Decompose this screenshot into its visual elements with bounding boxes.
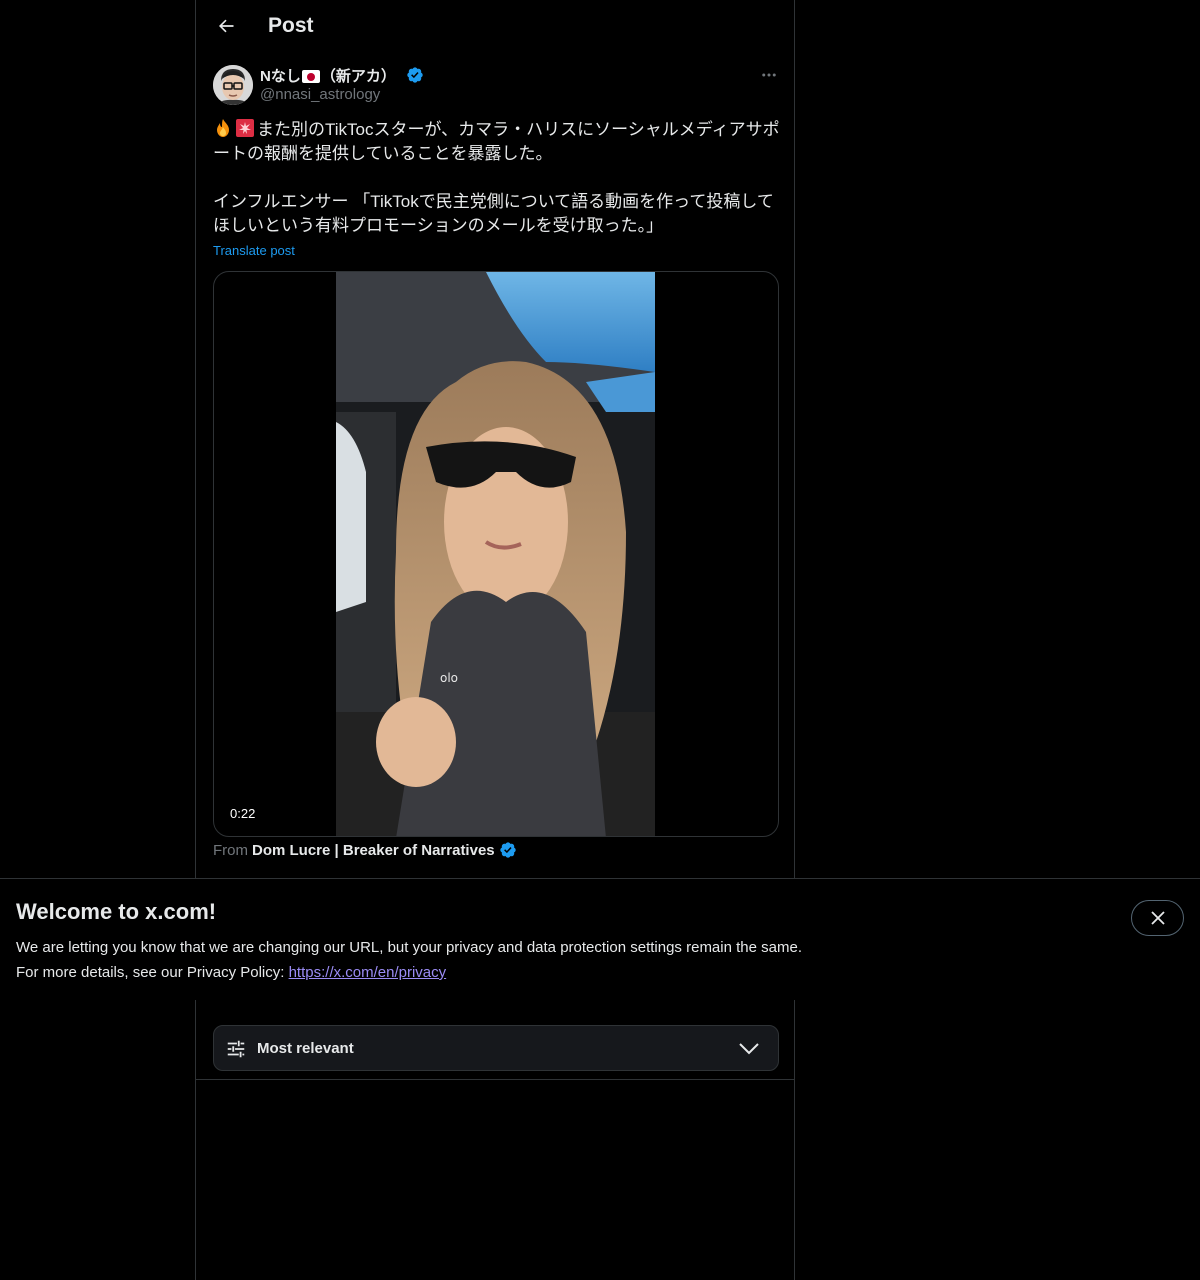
url-change-banner: Welcome to x.com! We are letting you kno… — [0, 878, 1200, 1000]
sort-selected-value: Most relevant — [257, 1040, 354, 1057]
banner-line-2: For more details, see our Privacy Policy… — [16, 964, 447, 981]
back-button[interactable] — [208, 8, 244, 44]
page-title: Post — [268, 14, 314, 37]
arrow-left-icon — [219, 19, 234, 33]
siren-emoji-icon — [236, 119, 254, 137]
page-header: Post — [196, 0, 794, 54]
video-player[interactable]: olo 0:22 — [213, 271, 779, 837]
sliders-icon — [227, 1040, 245, 1058]
media-source-line: From Dom Lucre | Breaker of Narratives — [213, 841, 517, 859]
banner-title: Welcome to x.com! — [16, 899, 217, 924]
privacy-policy-link[interactable]: https://x.com/en/privacy — [289, 964, 447, 981]
divider — [196, 1079, 794, 1080]
video-thumbnail: olo — [336, 272, 655, 836]
svg-text:olo: olo — [440, 671, 458, 685]
banner-line-1: We are letting you know that we are chan… — [16, 939, 802, 956]
author-name[interactable]: Nなし （新アカ） — [260, 65, 396, 86]
source-account-link[interactable]: Dom Lucre | Breaker of Narratives — [252, 842, 495, 859]
post-text: また別のTikTocスターが、カマラ・ハリスにソーシャルメディアサポートの報酬を… — [213, 118, 783, 238]
reply-sort-dropdown[interactable]: Most relevant — [213, 1025, 779, 1071]
verified-badge-icon — [407, 67, 423, 83]
post-paragraph-2: インフルエンサー 「TikTokで民主党側について語る動画を作って投稿してほしい… — [213, 192, 774, 235]
from-label: From — [213, 841, 248, 859]
author-name-row: Nなし （新アカ） — [260, 64, 424, 86]
more-options-button[interactable] — [756, 62, 782, 88]
more-dots-icon — [762, 73, 776, 77]
author-handle[interactable]: @nnasi_astrology — [260, 86, 380, 103]
video-duration: 0:22 — [224, 804, 262, 823]
chevron-down-icon — [739, 1043, 759, 1055]
post-paragraph-1: また別のTikTocスターが、カマラ・ハリスにソーシャルメディアサポートの報酬を… — [213, 119, 780, 163]
close-icon — [1150, 911, 1165, 925]
banner-text: We are letting you know that we are chan… — [16, 935, 1016, 985]
main-column: Post Nなし （新アカ） @nnasi_astrology また別のTikTo… — [195, 0, 795, 1280]
close-banner-button[interactable] — [1131, 900, 1184, 936]
japan-flag-icon — [301, 70, 320, 84]
fire-emoji-icon — [217, 119, 229, 137]
avatar[interactable] — [213, 65, 253, 105]
verified-badge-icon — [499, 842, 516, 858]
translate-post-link[interactable]: Translate post — [213, 243, 295, 258]
